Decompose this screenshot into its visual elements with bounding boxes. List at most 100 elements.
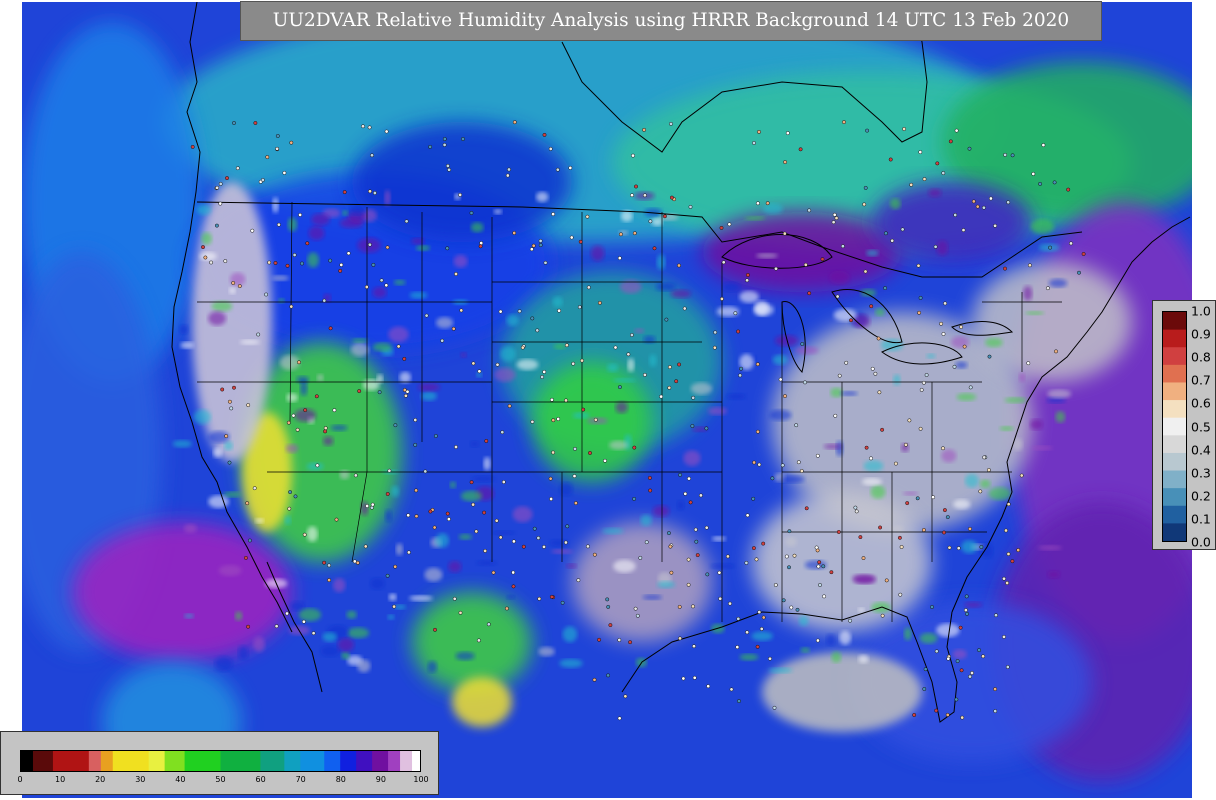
station-dot bbox=[815, 638, 820, 643]
station-dot bbox=[432, 525, 437, 530]
humidity-speckle bbox=[559, 658, 583, 668]
station-dot bbox=[445, 163, 450, 168]
station-dot bbox=[1002, 576, 1006, 581]
station-dot bbox=[686, 557, 691, 562]
station-dot bbox=[961, 228, 966, 233]
increment-colorbar-segment bbox=[1163, 452, 1186, 472]
humidity-speckle bbox=[1048, 278, 1068, 288]
station-dot bbox=[542, 369, 547, 374]
humidity-speckle bbox=[183, 523, 197, 534]
station-dot bbox=[1066, 187, 1071, 192]
station-dot bbox=[406, 513, 411, 518]
station-dot bbox=[721, 260, 726, 265]
station-dot bbox=[1016, 548, 1021, 553]
station-dot bbox=[274, 624, 279, 629]
humidity-speckle bbox=[858, 654, 869, 664]
station-dot bbox=[246, 403, 251, 408]
station-dot bbox=[1004, 528, 1008, 533]
station-dot bbox=[635, 613, 640, 618]
humidity-speckle bbox=[839, 630, 852, 646]
station-dot bbox=[507, 167, 511, 172]
humidity-speckle bbox=[985, 337, 1003, 348]
humidity-speckle bbox=[754, 300, 769, 316]
station-dot bbox=[471, 502, 476, 507]
station-dot bbox=[385, 245, 390, 250]
station-dot bbox=[690, 424, 695, 428]
station-dot bbox=[922, 687, 927, 691]
humidity-speckle bbox=[722, 282, 741, 292]
station-dot bbox=[717, 570, 722, 575]
humidity-speckle bbox=[494, 367, 516, 382]
station-dot bbox=[686, 582, 691, 587]
station-dot bbox=[878, 525, 883, 530]
station-dot bbox=[265, 155, 270, 160]
station-dot bbox=[719, 296, 724, 301]
station-dot bbox=[982, 455, 987, 460]
station-dot bbox=[745, 630, 750, 635]
analysis-map bbox=[22, 2, 1192, 798]
station-dot bbox=[585, 544, 590, 549]
station-dot bbox=[384, 283, 389, 288]
station-dot bbox=[848, 618, 853, 623]
humidity-speckle bbox=[372, 286, 387, 298]
station-dot bbox=[538, 243, 543, 248]
station-dot bbox=[232, 121, 236, 125]
station-dot bbox=[542, 544, 546, 549]
station-dot bbox=[943, 301, 948, 306]
humidity-speckle bbox=[683, 450, 701, 467]
humidity-speckle bbox=[317, 374, 324, 382]
station-dot bbox=[1031, 171, 1036, 176]
station-dot bbox=[363, 544, 368, 549]
station-dot bbox=[988, 196, 993, 201]
humidity-speckle bbox=[756, 253, 778, 259]
station-dot bbox=[597, 637, 602, 642]
station-dot bbox=[292, 253, 297, 257]
humidity-blob bbox=[572, 522, 712, 642]
station-dot bbox=[297, 360, 301, 365]
humidity-colorbar-tick: 10 bbox=[55, 775, 66, 784]
station-dot bbox=[677, 263, 681, 268]
station-dot bbox=[981, 205, 986, 210]
station-dot bbox=[327, 563, 332, 568]
station-dot bbox=[664, 317, 669, 322]
station-dot bbox=[642, 127, 647, 132]
station-dot bbox=[370, 153, 374, 158]
station-dot bbox=[876, 336, 881, 341]
station-dot bbox=[979, 545, 984, 549]
station-dot bbox=[629, 333, 634, 337]
humidity-speckle bbox=[172, 440, 192, 448]
station-dot bbox=[530, 419, 535, 424]
station-dot bbox=[736, 329, 741, 334]
station-dot bbox=[540, 375, 545, 379]
humidity-speckle bbox=[956, 393, 977, 401]
station-dot bbox=[1027, 263, 1032, 268]
increment-colorbar-tick: 0.9 bbox=[1191, 326, 1211, 342]
humidity-speckle bbox=[448, 560, 462, 573]
humidity-speckle bbox=[306, 462, 324, 471]
station-dot bbox=[298, 212, 303, 217]
station-dot bbox=[674, 379, 679, 384]
station-dot bbox=[755, 644, 760, 649]
station-dot bbox=[691, 395, 696, 400]
humidity-speckle bbox=[890, 198, 901, 210]
station-dot bbox=[588, 451, 592, 455]
humidity-speckle bbox=[798, 615, 809, 627]
station-dot bbox=[322, 560, 327, 565]
humidity-speckle bbox=[337, 637, 354, 652]
station-dot bbox=[1054, 349, 1058, 354]
station-dot bbox=[869, 456, 873, 461]
station-dot bbox=[873, 371, 878, 376]
humidity-colorbar-segment bbox=[21, 751, 34, 771]
humidity-speckle bbox=[238, 645, 249, 660]
station-dot bbox=[535, 328, 540, 333]
station-dot bbox=[494, 518, 499, 523]
humidity-speckle bbox=[744, 216, 766, 221]
station-dot bbox=[617, 638, 622, 642]
humidity-speckle bbox=[988, 487, 1012, 501]
humidity-speckle bbox=[370, 577, 385, 590]
humidity-colorbar-tick: 0 bbox=[17, 775, 23, 784]
station-dot bbox=[246, 624, 251, 629]
humidity-speckle bbox=[346, 610, 357, 619]
station-dot bbox=[698, 493, 703, 498]
station-dot bbox=[962, 344, 967, 349]
